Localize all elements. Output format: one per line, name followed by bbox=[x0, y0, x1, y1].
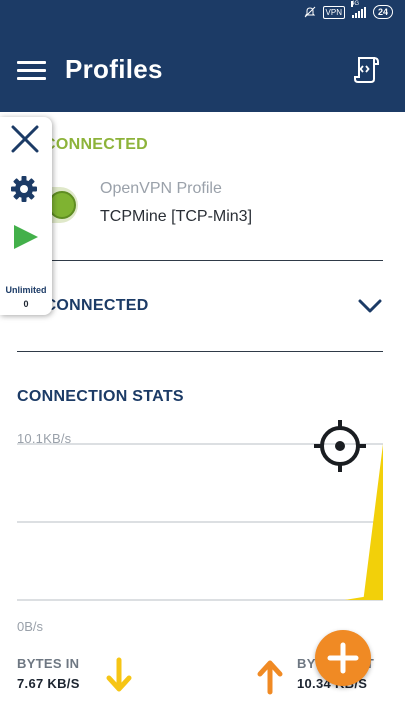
mute-icon bbox=[304, 6, 315, 18]
profiles-content: CONNECTED OpenVPN Profile TCPMine [TCP-M… bbox=[0, 112, 405, 720]
toggle-knob bbox=[48, 191, 76, 219]
axis-min-label: 0B/s bbox=[17, 619, 44, 634]
bytes-in-value: 7.67 KB/S bbox=[17, 676, 80, 691]
profile-name[interactable]: OpenVPN Profile bbox=[100, 180, 222, 198]
bytes-in-label: BYTES IN bbox=[17, 656, 80, 671]
divider bbox=[17, 351, 383, 352]
chevron-down-icon[interactable] bbox=[358, 298, 382, 314]
hamburger-icon[interactable] bbox=[17, 61, 46, 81]
network-type: 4G bbox=[350, 1, 359, 7]
import-profile-icon[interactable] bbox=[352, 55, 382, 85]
download-arrow-icon bbox=[106, 657, 132, 692]
signal-icon: 4G bbox=[350, 1, 366, 18]
stats-section-header: CONNECTION STATS bbox=[17, 388, 184, 405]
crosshair-icon[interactable] bbox=[312, 418, 368, 474]
axis-max-label: 10.1KB/s bbox=[17, 431, 72, 446]
upload-arrow-icon bbox=[257, 660, 283, 695]
add-profile-button[interactable] bbox=[315, 630, 371, 686]
vpn-badge: VPN bbox=[322, 5, 345, 19]
close-icon[interactable] bbox=[10, 124, 40, 154]
data-limit-label: Unlimited bbox=[5, 285, 47, 295]
app-bar: Profiles bbox=[0, 28, 405, 112]
divider bbox=[17, 260, 383, 261]
status-bar: VPN 4G 24 bbox=[0, 0, 405, 28]
plus-icon bbox=[327, 642, 359, 674]
page-title: Profiles bbox=[65, 54, 163, 84]
floating-widget[interactable]: Unlimited 0 bbox=[0, 117, 52, 315]
gear-icon[interactable] bbox=[10, 175, 38, 203]
profile-server[interactable]: TCPMine [TCP-Min3] bbox=[100, 208, 252, 226]
data-count: 0 bbox=[23, 299, 29, 309]
status-icons: VPN 4G 24 bbox=[304, 1, 393, 19]
play-icon[interactable] bbox=[12, 223, 40, 251]
connected-section-header: CONNECTED bbox=[44, 136, 149, 153]
battery-indicator: 24 bbox=[372, 5, 393, 19]
